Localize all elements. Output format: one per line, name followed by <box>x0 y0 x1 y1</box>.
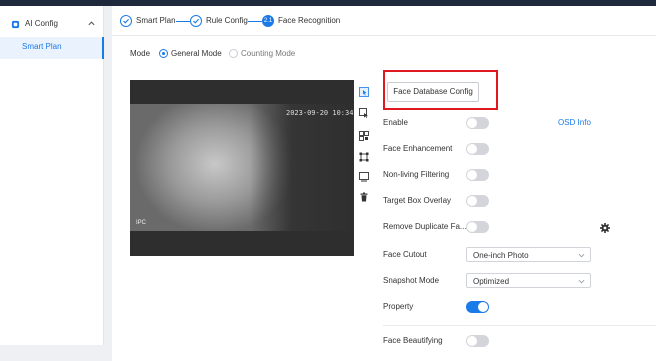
enable-toggle[interactable] <box>466 117 489 129</box>
target-filter-icon[interactable] <box>359 172 369 182</box>
chevron-down-icon <box>578 253 585 258</box>
non-living-filtering-label: Non-living Filtering <box>383 170 450 179</box>
preview-timestamp: 2023-09-20 10:34:45 <box>286 109 354 117</box>
enable-label: Enable <box>383 118 408 127</box>
chevron-down-icon <box>578 279 585 284</box>
face-cutout-value: One-inch Photo <box>473 251 529 260</box>
gear-icon[interactable] <box>600 223 610 233</box>
step-label-smart-plan[interactable]: Smart Plan <box>136 16 176 25</box>
non-living-filtering-toggle[interactable] <box>466 169 489 181</box>
face-beautifying-label: Face Beautifying <box>383 336 443 345</box>
osd-info-link[interactable]: OSD Info <box>558 118 591 127</box>
divider <box>383 325 656 326</box>
remove-duplicate-face-toggle[interactable] <box>466 221 489 233</box>
face-enhancement-label: Face Enhancement <box>383 144 453 153</box>
sidebar-group-ai-config[interactable]: AI Config <box>0 14 104 36</box>
step-connector <box>248 21 262 22</box>
max-size-icon[interactable] <box>359 152 369 162</box>
sidebar-group-label: AI Config <box>25 19 58 28</box>
mode-label: Mode <box>130 49 151 58</box>
remove-duplicate-face-label: Remove Duplicate Fa... <box>383 222 467 231</box>
radio-counting-mode[interactable] <box>229 49 238 58</box>
radio-label-general-mode[interactable]: General Mode <box>171 49 222 58</box>
step-active-number: 2.1 <box>262 15 274 27</box>
step-label-rule-config[interactable]: Rule Config <box>206 16 248 25</box>
face-cutout-label: Face Cutout <box>383 250 427 259</box>
main-panel: Smart Plan Rule Config 2.1 Face Recognit… <box>112 6 656 361</box>
draw-area-icon[interactable] <box>359 87 369 97</box>
delete-icon[interactable] <box>359 192 369 202</box>
video-frame <box>130 104 354 231</box>
sidebar: AI Config Smart Plan <box>0 6 104 345</box>
face-enhancement-toggle[interactable] <box>466 143 489 155</box>
target-box-overlay-label: Target Box Overlay <box>383 196 452 205</box>
preview-top-band <box>130 80 354 104</box>
chevron-up-icon[interactable] <box>87 19 96 28</box>
face-beautifying-toggle[interactable] <box>466 335 489 347</box>
target-box-overlay-toggle[interactable] <box>466 195 489 207</box>
step-connector <box>176 21 190 22</box>
face-cutout-select[interactable]: One-inch Photo <box>466 247 591 262</box>
snapshot-mode-select[interactable]: Optimized <box>466 273 591 288</box>
camera-label: IPC <box>136 220 147 226</box>
sidebar-item-label: Smart Plan <box>22 42 62 51</box>
radio-label-counting-mode[interactable]: Counting Mode <box>241 49 295 58</box>
sidebar-footer <box>0 345 112 361</box>
property-label: Property <box>383 302 414 311</box>
exclude-area-icon[interactable] <box>359 108 369 118</box>
property-toggle[interactable] <box>466 301 489 313</box>
highlight-box <box>383 70 498 110</box>
preview-bottom-band <box>130 231 354 256</box>
sidebar-item-smart-plan[interactable]: Smart Plan <box>0 37 104 59</box>
min-size-icon[interactable] <box>359 131 369 141</box>
video-preview[interactable]: 2023-09-20 10:34:45 IPC <box>130 80 354 256</box>
step-done-icon <box>120 15 132 27</box>
ai-config-icon <box>11 20 20 29</box>
snapshot-mode-label: Snapshot Mode <box>383 276 440 285</box>
radio-general-mode[interactable] <box>159 49 168 58</box>
step-label-face-recognition: Face Recognition <box>278 16 341 25</box>
drawing-toolbar <box>354 80 374 256</box>
step-done-icon <box>190 15 202 27</box>
step-indicator: Smart Plan Rule Config 2.1 Face Recognit… <box>112 6 656 36</box>
snapshot-mode-value: Optimized <box>473 277 510 286</box>
